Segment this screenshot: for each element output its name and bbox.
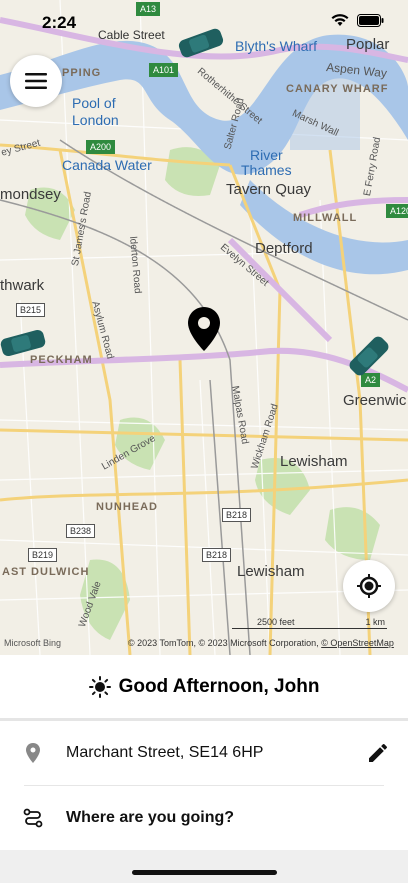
greeting-text: Good Afternoon, John xyxy=(118,676,320,697)
map-label: Deptford xyxy=(255,240,313,257)
map-label: PPING xyxy=(62,67,102,79)
map-label: Tavern Quay xyxy=(226,181,312,198)
map-label: Lewisham xyxy=(237,563,305,580)
pencil-icon xyxy=(369,744,387,762)
map-label: London xyxy=(72,112,119,128)
map-label: mondsey xyxy=(0,186,61,203)
sun-icon xyxy=(88,676,111,698)
my-location-button[interactable] xyxy=(343,560,395,612)
road-shield: B218 xyxy=(222,508,252,522)
map-label: River xyxy=(250,147,283,163)
scale-km: 1 km xyxy=(365,617,385,627)
location-pin-icon xyxy=(188,307,220,351)
map-attribution: © 2023 TomTom, © 2023 Microsoft Corporat… xyxy=(128,638,394,648)
crosshair-icon xyxy=(357,574,381,598)
map-label: Thames xyxy=(241,162,292,178)
map-label: Pool of xyxy=(72,95,116,111)
map-label: CANARY WHARF xyxy=(286,83,389,95)
road-shield: B218 xyxy=(202,548,232,562)
road-shield: A101 xyxy=(149,63,179,77)
road-shield: A200 xyxy=(86,140,116,154)
status-bar: 2:24 xyxy=(0,0,408,44)
road-shield: B219 xyxy=(28,548,58,562)
openstreetmap-link[interactable]: © OpenStreetMap xyxy=(321,638,394,648)
edit-address-button[interactable] xyxy=(348,744,408,762)
road-shield: B215 xyxy=(16,303,46,317)
map-label: NUNHEAD xyxy=(96,501,158,513)
pickup-location-row[interactable]: Marchant Street, SE14 6HP xyxy=(0,721,408,785)
map-label: AST DULWICH xyxy=(2,566,90,578)
pickup-address: Marchant Street, SE14 6HP xyxy=(66,744,264,761)
road-shield: A120 xyxy=(386,204,408,218)
greeting-header: Good Afternoon, John xyxy=(0,655,408,719)
home-indicator-area xyxy=(0,850,408,883)
hamburger-menu-icon xyxy=(25,73,47,89)
bottom-panel: Good Afternoon, John Marchant Street, SE… xyxy=(0,655,408,883)
status-time: 2:24 xyxy=(42,13,77,32)
destination-prompt: Where are you going? xyxy=(66,809,235,826)
map-view[interactable]: Cable Street Blyth's Wharf Poplar Aspen … xyxy=(0,0,408,655)
map-marker-icon xyxy=(26,743,40,763)
map-label: PECKHAM xyxy=(30,354,93,366)
map-label: Canada Water xyxy=(62,157,152,173)
menu-button[interactable] xyxy=(10,55,62,107)
map-label: thwark xyxy=(0,277,45,294)
road-shield: B238 xyxy=(66,524,96,538)
scale-feet: 2500 feet xyxy=(257,617,295,627)
attribution-text: © 2023 TomTom, © 2023 Microsoft Corporat… xyxy=(128,638,319,648)
destination-row[interactable]: Where are you going? xyxy=(0,786,408,850)
wifi-icon xyxy=(331,14,349,26)
battery-icon xyxy=(357,14,384,27)
map-label: Lewisham xyxy=(280,453,348,470)
map-label: Greenwic xyxy=(343,392,407,409)
route-icon xyxy=(23,808,43,828)
bing-logo: Microsoft Bing xyxy=(4,638,62,648)
home-indicator[interactable] xyxy=(132,870,277,875)
map-label: MILLWALL xyxy=(293,212,358,224)
